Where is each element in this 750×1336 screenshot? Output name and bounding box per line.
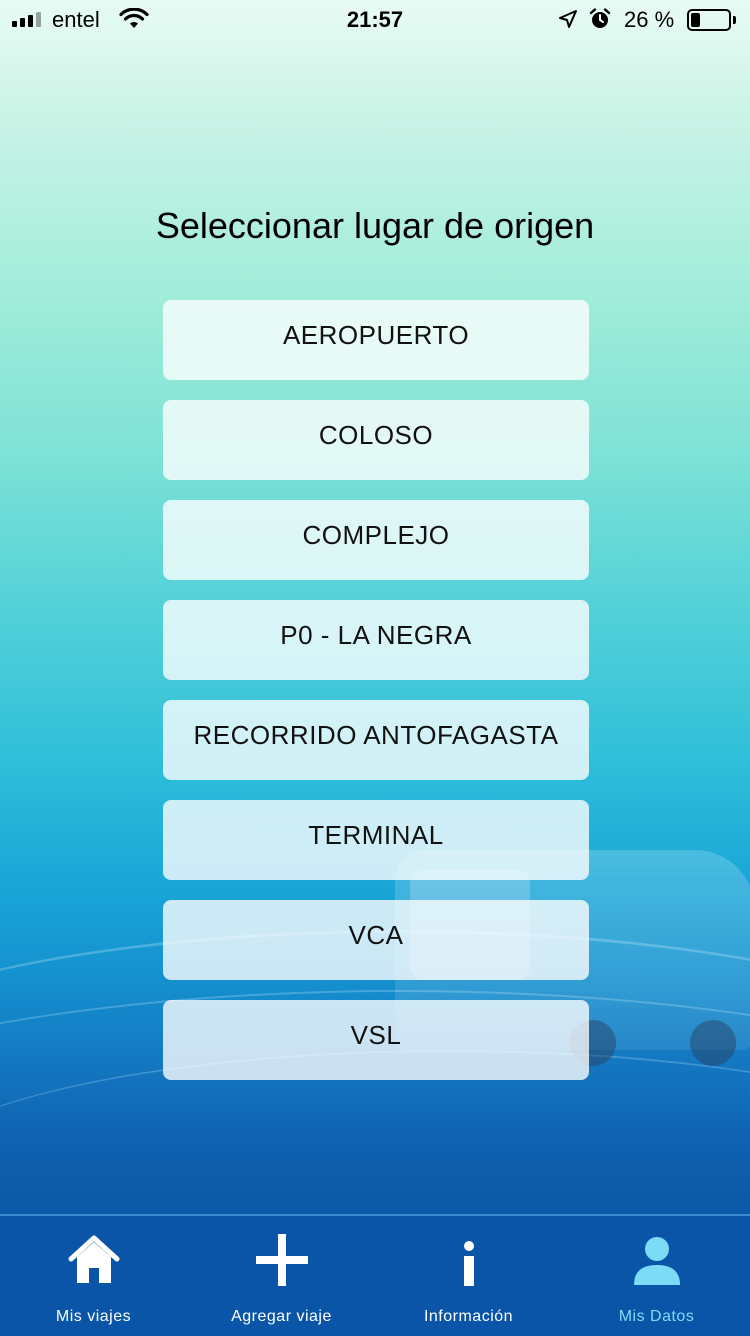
option-label: COMPLEJO — [302, 520, 450, 550]
option-label: COLOSO — [318, 420, 434, 450]
origin-option-coloso[interactable]: COLOSO — [163, 400, 589, 480]
option-label: VSL — [350, 1020, 402, 1050]
alarm-clock-icon — [589, 8, 611, 36]
tab-label: Mis viajes — [55, 1308, 132, 1325]
option-label: RECORRIDO ANTOFAGASTA — [193, 720, 559, 750]
status-bar: entel 21:57 26 % — [0, 0, 750, 40]
tab-label: Agregar viaje — [231, 1308, 332, 1325]
tab-mis-viajes[interactable]: Mis viajes — [0, 1216, 187, 1336]
battery-percentage: 26 % — [624, 7, 675, 32]
location-arrow-icon — [558, 9, 578, 35]
option-label: P0 - LA NEGRA — [280, 620, 472, 650]
tab-mis-datos[interactable]: Mis Datos — [563, 1216, 750, 1336]
origin-option-p0-la-negra[interactable]: P0 - LA NEGRA — [163, 600, 589, 680]
origin-option-complejo[interactable]: COMPLEJO — [163, 500, 589, 580]
option-label: VCA — [348, 920, 404, 950]
origin-option-terminal[interactable]: TERMINAL — [163, 800, 589, 880]
origin-option-recorrido-antofagasta[interactable]: RECORRIDO ANTOFAGASTA — [163, 700, 589, 780]
plus-icon — [255, 1230, 308, 1290]
origin-option-aeropuerto[interactable]: AEROPUERTO — [163, 300, 589, 380]
battery-icon — [687, 9, 731, 31]
page-title: Seleccionar lugar de origen — [155, 205, 595, 246]
tab-label: Mis Datos — [618, 1308, 695, 1325]
tab-informacion[interactable]: Información — [375, 1216, 562, 1336]
info-icon — [461, 1230, 477, 1290]
tab-agregar-viaje[interactable]: Agregar viaje — [188, 1216, 375, 1336]
origin-option-vsl[interactable]: VSL — [163, 1000, 589, 1080]
origin-option-vca[interactable]: VCA — [163, 900, 589, 980]
option-label: AEROPUERTO — [282, 320, 470, 350]
option-label: TERMINAL — [308, 820, 444, 850]
tab-label: Información — [423, 1308, 514, 1325]
tab-bar: Mis viajes Agregar viaje Información Mis… — [0, 1214, 750, 1336]
origin-options-list: AEROPUERTO COLOSO COMPLEJO P0 - LA NEGRA… — [163, 300, 589, 1100]
home-icon — [68, 1230, 120, 1290]
user-icon — [632, 1230, 682, 1290]
